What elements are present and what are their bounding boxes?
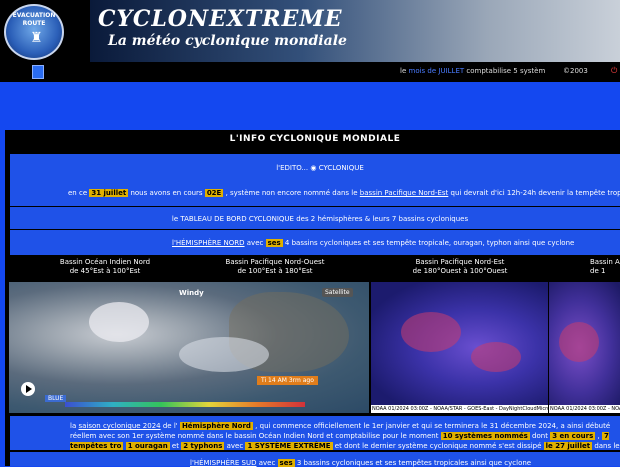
goes-caption: NOAA 01/2024 03:00Z - NOAA/STAR - GO [549,405,620,413]
goes-caption: NOAA 01/2024 03:00Z - NOAA/STAR - GOES-E… [371,405,548,413]
season-summary-box: la saison cyclonique 2024 de l' Hémisphè… [10,416,620,460]
extreme-count: 1 SYSTÈME EXTRÊME [245,442,333,450]
northern-line: l'HÉMISPHÈRE NORD avec ses 4 bassins cyc… [172,239,574,247]
named-count: 10 systèmes nommés [440,432,530,440]
northern-text-1: avec [246,239,264,247]
site-subtitle: La météo cyclonique mondiale [108,33,347,49]
hemisphere-tag: Hémisphère Nord [179,422,253,430]
edito-line: l'EDITO... ◉ CYCLONIQUE [10,164,620,172]
basin-coords: de 100°Est à 180°Est [237,267,313,275]
layer-badge: BLUE [45,395,67,402]
basin-name: Bassin A [590,258,620,266]
northern-hemisphere-link[interactable]: l'HÉMISPHÈRE NORD [172,239,245,247]
globe-icon: ◉ [310,164,317,172]
evacuation-route-logo[interactable]: EVACUATION ROUTE ♜ [4,4,64,60]
last-date: le 27 juillet [543,442,593,450]
basin-name: Bassin Océan Indien Nord [59,258,151,266]
dashboard-text-2: des 2 hémisphères & leurs 7 bassins cycl… [296,215,469,223]
basin-header[interactable]: Bassin Océan Indien Nord de 45°Est à 100… [25,258,185,276]
goes-east-image[interactable]: NOAA 01/2024 03:00Z - NOAA/STAR - GOES-E… [371,282,548,413]
season-text: dont [532,432,548,440]
edito-link[interactable]: CYCLONIQUE [319,164,364,172]
dashboard-text-1: le [171,215,179,223]
news-text-2: nous avons en cours [130,189,203,197]
basin-name: Bassin Pacifique Nord-Est [415,258,505,266]
northern-hemisphere-box: l'HÉMISPHÈRE NORD avec ses 4 bassins cyc… [10,230,620,255]
timeline-time: Ti 14 AM 3rm ago [257,376,318,385]
top-bar: le mois de JUILLET comptabilise 5 systèm… [0,62,620,82]
color-scale [65,402,305,407]
news-text-1: en ce [68,189,88,197]
month-suffix: comptabilise 5 systèm [466,67,546,75]
season-text: avec son 1er système nommé dans le bassi… [98,432,439,440]
site-title: CYCLONEXTREME [98,6,343,32]
windy-brand: Windy [179,289,204,297]
basin-header[interactable]: Bassin Pacifique Nord-Ouest de 100°Est à… [195,258,355,276]
person-icon: ♜ [30,30,43,46]
season-text: de l' [162,422,178,430]
news-box: en ce 31 juillet nous avons en cours 02E… [10,180,620,206]
news-text-3: , système non encore nommé dans le [225,189,358,197]
convection-area [559,322,599,362]
southern-hemisphere-box: l'HÉMISPHÈRE SUD avec ses 3 bassins cycl… [10,452,620,467]
basin-link[interactable]: bassin Pacifique Nord-Est [360,189,449,197]
edito-label[interactable]: l'EDITO... [276,164,308,172]
basin-header[interactable]: Bassin Pacifique Nord-Est de 180°Ouest à… [380,258,540,276]
time-value: Ti 14 AM [261,377,287,384]
satellite-toggle[interactable]: Satellite [322,288,353,297]
power-icon[interactable]: ⏻ [611,66,617,76]
book-icon[interactable] [32,65,44,79]
system-code[interactable]: 02E [204,189,224,197]
goes-image-2[interactable]: NOAA 01/2024 03:00Z - NOAA/STAR - GO [549,282,620,413]
northern-text-2: 4 bassins cycloniques [284,239,362,247]
cloud-cluster [89,302,149,342]
basin-headers: Bassin Océan Indien Nord de 45°Est à 100… [5,258,620,284]
basin-header[interactable]: Bassin A de 1 [590,258,620,276]
windy-satellite-map[interactable]: Windy Satellite Ti 14 AM 3rm ago BLUE [9,282,369,413]
basin-coords: de 180°Ouest à 100°Ouest [412,267,508,275]
month-link[interactable]: mois de JUILLET [409,67,465,75]
convection-area [471,342,521,372]
time-ago: 3rm ago [288,377,314,384]
season-link[interactable]: saison cyclonique 2024 [78,422,160,430]
news-text-4: qui devrait d'ici 12h-24h devenir la tem… [450,189,620,197]
season-text: et dont le dernier système cyclonique no… [334,442,542,450]
season-text: et [171,442,179,450]
typhoon-count: 2 typhons [181,442,225,450]
dashboard-link[interactable]: TABLEAU DE BORD CYCLONIQUE [180,215,294,223]
convection-area [401,312,461,352]
logo-line-2: ROUTE [22,20,46,27]
logo-line-1: EVACUATION [12,12,56,19]
month-summary: le mois de JUILLET comptabilise 5 systèm [400,67,545,75]
cloud-cluster [179,337,269,372]
section-title: L'INFO CYCLONIQUE MONDIALE [229,134,401,144]
season-text: , [597,432,600,440]
basin-coords: de 45°Est à 100°Est [69,267,141,275]
edito-box: l'EDITO... ◉ CYCLONIQUE [10,154,620,182]
news-line: en ce 31 juillet nous avons en cours 02E… [68,189,620,197]
play-button[interactable] [21,382,35,396]
dashboard-box: le TABLEAU DE BORD CYCLONIQUE des 2 hémi… [10,207,620,229]
dashboard-line: le TABLEAU DE BORD CYCLONIQUE des 2 hémi… [10,215,620,223]
month-prefix: le [400,67,407,75]
season-text: avec [226,442,244,450]
basin-name: Bassin Pacifique Nord-Ouest [225,258,325,266]
season-text: la [70,422,77,430]
northern-text-3: et ses tempête tropicale, ouragan, typho… [363,239,575,247]
copyright: ©2003 [563,67,588,75]
news-date: 31 juillet [89,189,129,197]
active-count: 3 en cours [550,432,596,440]
site-header: EVACUATION ROUTE ♜ CYCLONEXTREME La mété… [0,0,620,62]
basin-coords: de 1 [590,267,606,275]
hurricane-count: 1 ouragan [125,442,170,450]
main-panel: L'INFO CYCLONIQUE MONDIALE l'EDITO... ◉ … [5,130,620,467]
northern-count: ses [265,239,283,247]
